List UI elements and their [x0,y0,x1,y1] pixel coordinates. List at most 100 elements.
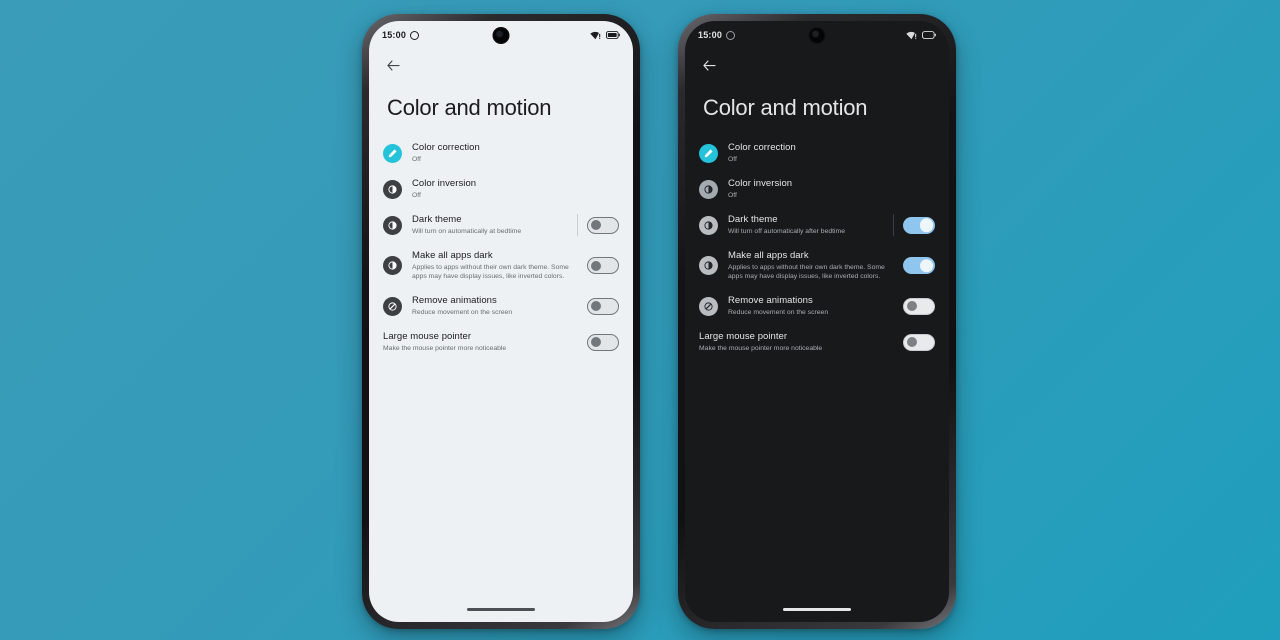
list-item-text: Remove animations Reduce movement on the… [412,295,587,317]
phone-dark-theme: 15:00 Color and motion Color correction … [678,14,956,629]
list-item-dark-theme[interactable]: Dark theme Will turn on automatically at… [369,207,633,243]
list-item-color-inversion[interactable]: Color inversion Off [685,171,949,207]
list-item-color-correction[interactable]: Color correction Off [369,135,633,171]
list-item-title: Color correction [412,142,480,153]
large-mouse-pointer-toggle[interactable] [903,333,935,351]
front-camera-punch-hole [808,27,826,44]
list-item-text: Dark theme Will turn on automatically at… [412,214,577,236]
toggle-knob [919,258,934,273]
list-item-subtitle: Off [728,156,737,163]
list-item-text: Color inversion Off [728,178,935,200]
list-item-title: Large mouse pointer [699,331,788,342]
wifi-icon [906,31,917,40]
list-item-text: Dark theme Will turn off automatically a… [728,214,893,236]
list-item-text: Large mouse pointer Make the mouse point… [699,331,903,353]
list-item-subtitle: Will turn on automatically at bedtime [412,228,522,235]
status-bar-right [906,31,936,40]
list-item-subtitle: Make the mouse pointer more noticeable [383,345,507,352]
status-bar-right [590,31,620,40]
status-bar: 15:00 [685,21,949,49]
make-all-apps-dark-icon [383,256,402,275]
back-arrow-icon[interactable] [383,55,403,75]
status-bar-left: 15:00 [382,30,420,40]
list-item-color-inversion[interactable]: Color inversion Off [369,171,633,207]
phone-screen: 15:00 Color and motion Color correction … [685,21,949,622]
phone-light-theme: 15:00 Color and motion Color correction … [362,14,640,629]
list-item-text: Make all apps dark Applies to apps witho… [412,250,587,281]
list-item-dark-theme[interactable]: Dark theme Will turn off automatically a… [685,207,949,243]
status-bar-clock: 15:00 [698,30,723,40]
list-item-title: Remove animations [412,295,497,306]
color-correction-icon [383,143,402,163]
row-divider [893,214,894,236]
list-item-title: Remove animations [728,295,813,306]
list-item-subtitle: Applies to apps without their own dark t… [728,264,885,280]
large-mouse-pointer-toggle[interactable] [587,333,619,351]
alarm-icon [726,30,736,40]
list-item-subtitle: Off [412,156,421,163]
list-item-text: Color correction Off [412,142,619,164]
remove-animations-toggle[interactable] [903,297,935,315]
toggle-knob [590,301,601,311]
list-item-large-mouse-pointer[interactable]: Large mouse pointer Make the mouse point… [685,324,949,360]
make-all-apps-dark-icon [699,256,718,275]
status-bar-left: 15:00 [698,30,736,40]
list-item-title: Make all apps dark [412,250,493,261]
status-bar-clock: 15:00 [382,30,407,40]
toggle-knob [590,260,601,271]
status-bar: 15:00 [369,21,633,49]
battery-icon [922,31,936,39]
list-item-title: Color inversion [412,178,477,189]
dark-theme-icon [383,215,402,235]
dark-theme-toggle[interactable] [587,216,619,234]
page-title: Color and motion [703,95,868,120]
battery-icon [606,31,620,39]
make-all-apps-dark-toggle[interactable] [903,257,935,274]
wallpaper-background: 15:00 Color and motion Color correction … [0,0,1280,640]
color-inversion-icon [699,179,718,199]
row-divider [577,214,578,236]
home-indicator [467,608,535,611]
list-item-title: Dark theme [728,214,778,225]
app-bar [369,49,633,81]
list-item-text: Large mouse pointer Make the mouse point… [383,331,587,353]
toggle-knob [919,218,934,232]
list-item-subtitle: Reduce movement on the screen [412,309,513,316]
list-item-remove-animations[interactable]: Remove animations Reduce movement on the… [685,288,949,324]
toggle-knob [590,337,601,347]
list-item-large-mouse-pointer[interactable]: Large mouse pointer Make the mouse point… [369,324,633,360]
list-item-title: Color inversion [728,178,793,189]
dark-theme-toggle[interactable] [903,216,935,234]
back-arrow-icon[interactable] [699,55,719,75]
remove-animations-icon [383,296,402,316]
list-item-make-all-apps-dark[interactable]: Make all apps dark Applies to apps witho… [369,243,633,288]
list-item-text: Color correction Off [728,142,935,164]
list-item-text: Color inversion Off [412,178,619,200]
toggle-knob [906,337,917,347]
list-item-subtitle: Off [728,192,737,199]
wifi-icon [590,31,601,40]
list-item-title: Make all apps dark [728,250,809,261]
list-item-subtitle: Applies to apps without their own dark t… [412,264,569,280]
list-item-remove-animations[interactable]: Remove animations Reduce movement on the… [369,288,633,324]
list-item-title: Dark theme [412,214,462,225]
list-item-subtitle: Reduce movement on the screen [728,309,829,316]
settings-list: Color correction Off Color inversion Off [685,135,949,360]
toggle-knob [590,220,601,230]
app-bar [685,49,949,81]
home-indicator [783,608,851,611]
dark-theme-icon [699,215,718,235]
phone-screen: 15:00 Color and motion Color correction … [369,21,633,622]
remove-animations-toggle[interactable] [587,297,619,315]
list-item-subtitle: Will turn off automatically after bedtim… [728,228,845,235]
list-item-text: Remove animations Reduce movement on the… [728,295,903,317]
list-item-make-all-apps-dark[interactable]: Make all apps dark Applies to apps witho… [685,243,949,288]
front-camera-punch-hole [492,27,510,44]
toggle-knob [906,301,917,311]
make-all-apps-dark-toggle[interactable] [587,257,619,274]
list-item-title: Color correction [728,142,796,153]
list-item-text: Make all apps dark Applies to apps witho… [728,250,903,281]
color-inversion-icon [383,179,402,199]
list-item-color-correction[interactable]: Color correction Off [685,135,949,171]
list-item-subtitle: Off [412,192,421,199]
